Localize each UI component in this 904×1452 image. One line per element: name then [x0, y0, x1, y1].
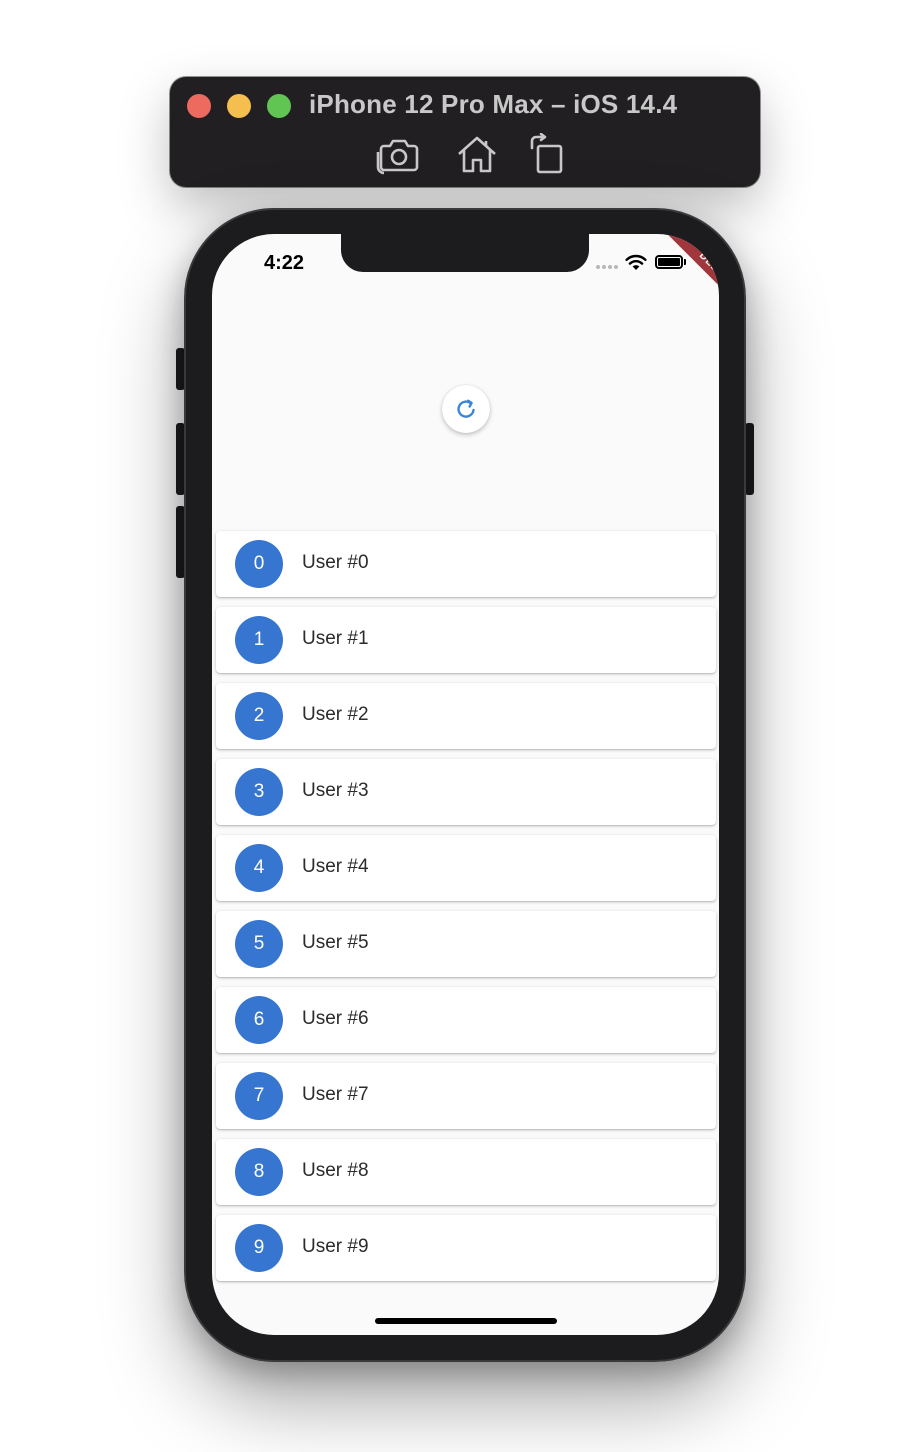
avatar: 3: [235, 768, 283, 816]
power-button: [745, 423, 754, 495]
avatar: 8: [235, 1148, 283, 1196]
list-item-title: User #8: [302, 1160, 369, 1181]
rotate-icon: [530, 132, 563, 174]
home-icon: [458, 136, 496, 173]
avatar: 7: [235, 1072, 283, 1120]
list-item[interactable]: 3 User #3: [216, 759, 716, 825]
refresh-icon: [457, 399, 475, 418]
list-item[interactable]: 0 User #0: [216, 531, 716, 597]
avatar: 1: [235, 616, 283, 664]
simulator-window: iPhone 12 Pro Max – iOS 14.4 4:22 DEBUG …: [0, 0, 904, 1452]
user-list: 0 User #0 1 User #1 2 User #2 3 User #3 …: [216, 531, 716, 1291]
list-item-title: User #0: [302, 552, 369, 573]
list-item-title: User #2: [302, 704, 369, 725]
minimize-window-button[interactable]: [227, 94, 251, 118]
list-item[interactable]: 1 User #1: [216, 607, 716, 673]
list-item[interactable]: 5 User #5: [216, 911, 716, 977]
battery-icon: [655, 255, 683, 269]
list-item[interactable]: 9 User #9: [216, 1215, 716, 1281]
phone-screen: 4:22 DEBUG 0 User #0 1 User #1 2 User #2…: [212, 234, 719, 1335]
list-item-title: User #1: [302, 628, 369, 649]
rotate-button[interactable]: [526, 132, 572, 175]
status-time: 4:22: [264, 252, 305, 274]
list-item-title: User #3: [302, 780, 369, 801]
battery-cap: [684, 259, 686, 265]
home-indicator[interactable]: [375, 1318, 557, 1324]
simulator-title: iPhone 12 Pro Max – iOS 14.4: [309, 89, 678, 119]
home-button[interactable]: [454, 133, 500, 175]
list-item[interactable]: 4 User #4: [216, 835, 716, 901]
avatar: 5: [235, 920, 283, 968]
camera-icon: [376, 139, 419, 175]
list-item[interactable]: 2 User #2: [216, 683, 716, 749]
refresh-indicator: [442, 385, 490, 433]
wifi-icon: [625, 254, 647, 270]
list-item-title: User #4: [302, 856, 369, 877]
screenshot-button[interactable]: [376, 133, 422, 175]
list-item-title: User #7: [302, 1084, 369, 1105]
zoom-window-button[interactable]: [267, 94, 291, 118]
avatar: 6: [235, 996, 283, 1044]
list-item-title: User #9: [302, 1236, 369, 1257]
list-item[interactable]: 6 User #6: [216, 987, 716, 1053]
list-item[interactable]: 8 User #8: [216, 1139, 716, 1205]
avatar: 9: [235, 1224, 283, 1272]
avatar: 4: [235, 844, 283, 892]
list-item-title: User #5: [302, 932, 369, 953]
avatar: 2: [235, 692, 283, 740]
close-window-button[interactable]: [187, 94, 211, 118]
list-item[interactable]: 7 User #7: [216, 1063, 716, 1129]
avatar: 0: [235, 540, 283, 588]
list-item-title: User #6: [302, 1008, 369, 1029]
cellular-signal-icon: [596, 265, 620, 269]
notch: [341, 234, 589, 272]
